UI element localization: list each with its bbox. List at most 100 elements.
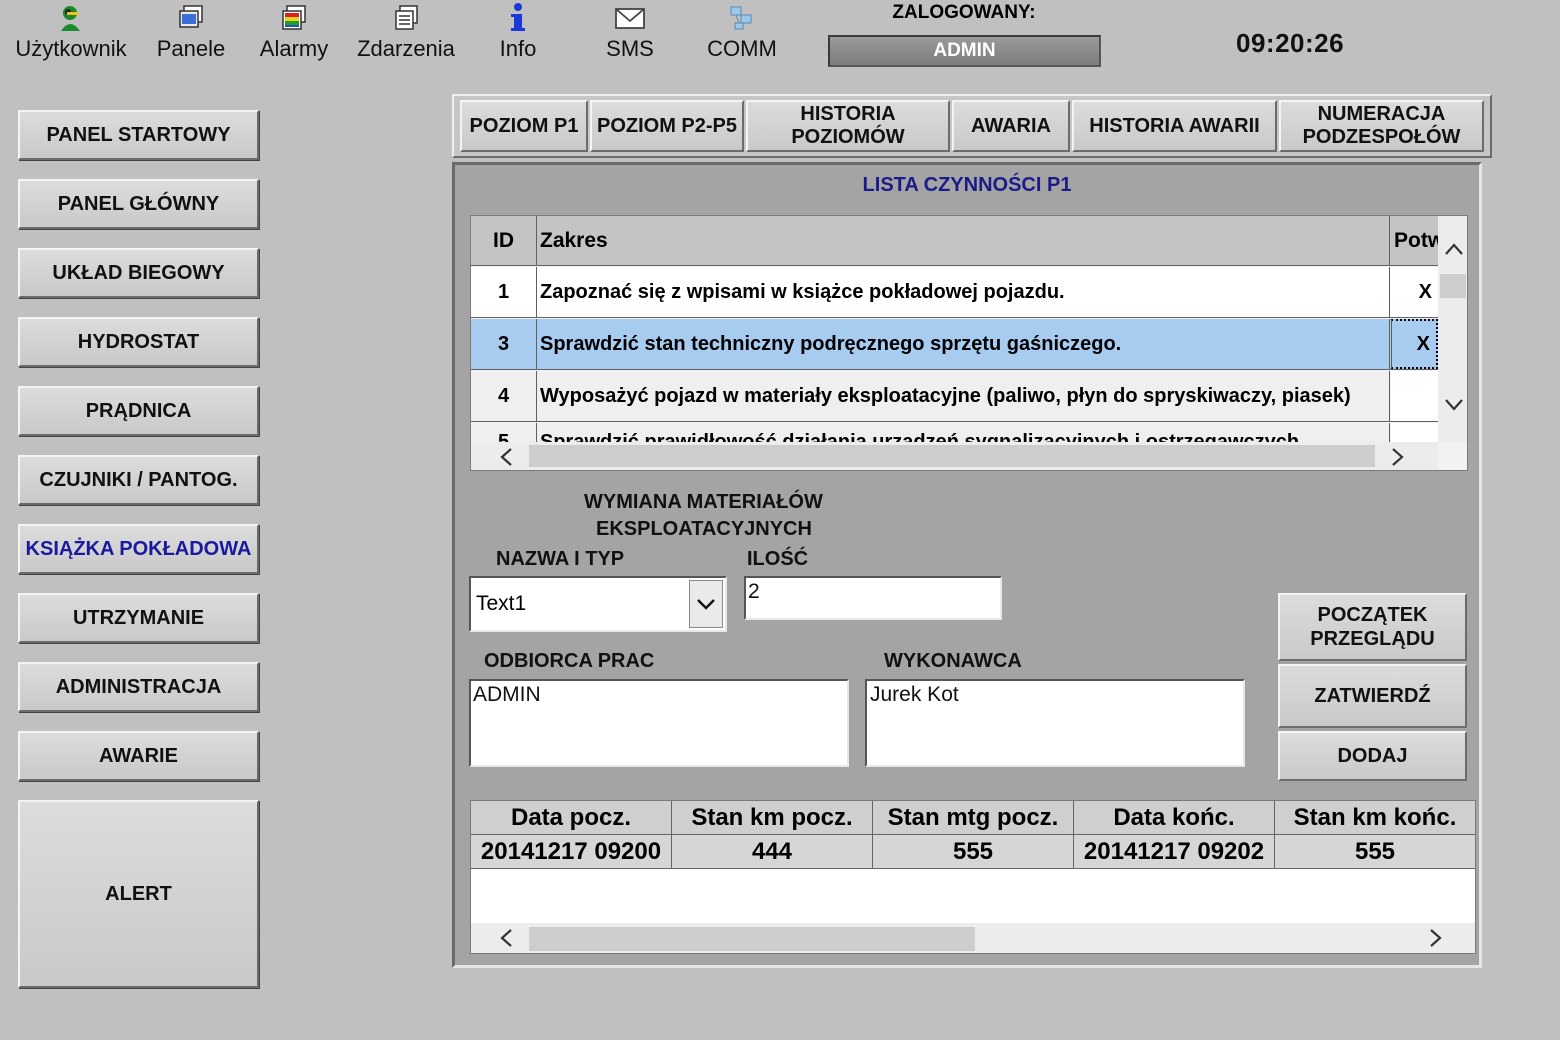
activity-grid-viewport: ID Zakres Potw 1 Zapoznać się z wpisami … <box>471 216 1438 442</box>
activity-grid-hscroll-thumb[interactable] <box>529 445 1375 467</box>
tab-poziom-p2-p5[interactable]: POZIOM P2-P5 <box>590 100 744 152</box>
nav-panel-glowny[interactable]: PANEL GŁÓWNY <box>18 179 259 229</box>
toolbar-user[interactable]: Użytkownik <box>14 0 128 72</box>
column-header-data-pocz[interactable]: Data pocz. <box>471 801 672 835</box>
cell-stan-km-pocz: 444 <box>672 835 873 869</box>
toolbar-info-label: Info <box>499 36 537 61</box>
row-potw[interactable]: X <box>1391 267 1438 317</box>
logged-in-title: ZALOGOWANY: <box>892 2 1036 23</box>
nav-utrzymanie[interactable]: UTRZYMANIE <box>18 593 259 643</box>
scroll-up-icon[interactable] <box>1444 240 1464 260</box>
cell-stan-km-konc: 555 <box>1275 835 1475 869</box>
nav-panel-startowy[interactable]: PANEL STARTOWY <box>18 110 259 160</box>
alarms-icon <box>279 0 309 36</box>
nav-pradnica[interactable]: PRĄDNICA <box>18 386 259 436</box>
confirm-button[interactable]: ZATWIERDŹ <box>1278 664 1467 728</box>
row-potw[interactable]: X <box>1391 319 1438 369</box>
row-potw[interactable] <box>1391 371 1438 421</box>
review-table-hscrollbar[interactable] <box>471 923 1475 953</box>
activity-grid-vscrollbar[interactable] <box>1438 216 1467 442</box>
column-header-stan-km-konc[interactable]: Stan km końc. <box>1275 801 1475 835</box>
material-name-select[interactable]: Text1 <box>469 576 727 632</box>
review-table-hscroll-thumb[interactable] <box>529 927 975 951</box>
toolbar-panels[interactable]: Panele <box>156 0 226 72</box>
table-row[interactable]: 5 Sprawdzić prawidłowość działania urząd… <box>471 423 1438 442</box>
clock: 09:20:26 <box>1236 28 1345 58</box>
scroll-right-icon[interactable] <box>1391 447 1405 470</box>
start-review-line2: PRZEGLĄDU <box>1310 628 1435 650</box>
row-id: 1 <box>471 267 537 317</box>
toolbar-info[interactable]: Info <box>494 0 542 72</box>
scroll-down-icon[interactable] <box>1444 396 1464 416</box>
tab-awaria-label: AWARIA <box>971 114 1051 137</box>
tab-awaria[interactable]: AWARIA <box>952 100 1070 152</box>
nav-ksiazka-pokladowa[interactable]: KSIĄŻKA POKŁADOWA <box>18 524 259 574</box>
table-row[interactable]: 4 Wyposażyć pojazd w materiały eksploata… <box>471 371 1438 422</box>
column-header-stan-km-pocz[interactable]: Stan km pocz. <box>672 801 873 835</box>
panel-title: LISTA CZYNNOŚCI P1 <box>862 174 1072 196</box>
toolbar-events-label: Zdarzenia <box>357 36 455 61</box>
events-icon <box>391 0 421 36</box>
start-review-button[interactable]: POCZĄTEK PRZEGLĄDU <box>1278 593 1467 661</box>
row-potw[interactable] <box>1391 423 1438 442</box>
column-header-id[interactable]: ID <box>471 216 537 265</box>
scroll-left-icon[interactable] <box>499 447 513 470</box>
row-zakres: Wyposażyć pojazd w materiały eksploatacy… <box>538 371 1390 421</box>
envelope-icon <box>614 0 646 36</box>
tab-numeracja-line2: PODZESPOŁÓW <box>1302 126 1461 148</box>
tab-historia-awarii[interactable]: HISTORIA AWARII <box>1072 100 1277 152</box>
cell-data-konc: 20141217 09202 <box>1074 835 1275 869</box>
tab-poziom-p2-p5-label: POZIOM P2-P5 <box>596 114 738 137</box>
table-row[interactable]: 20141217 09200 444 555 20141217 09202 55… <box>471 835 1475 869</box>
activity-grid-hscrollbar[interactable] <box>471 442 1438 470</box>
scroll-left-icon[interactable] <box>499 928 513 952</box>
user-key-icon <box>56 0 86 36</box>
activity-grid-header: ID Zakres Potw <box>471 216 1438 266</box>
recipient-field[interactable]: ADMIN <box>469 679 849 767</box>
tab-historia-awarii-label: HISTORIA AWARII <box>1089 114 1260 137</box>
toolbar-alarms[interactable]: Alarmy <box>258 0 330 72</box>
tab-numeracja-podzespolow[interactable]: NUMERACJA PODZESPOŁÓW <box>1279 100 1484 152</box>
nav-czujniki-pantog[interactable]: CZUJNIKI / PANTOG. <box>18 455 259 505</box>
executor-label: WYKONAWCA <box>884 650 1022 672</box>
nav-administracja[interactable]: ADMINISTRACJA <box>18 662 259 712</box>
material-name-label: NAZWA I TYP <box>496 548 625 570</box>
toolbar-sms[interactable]: SMS <box>602 0 658 72</box>
logged-in-user: ADMIN <box>828 35 1101 67</box>
panels-icon <box>176 0 206 36</box>
row-zakres: Sprawdzić stan techniczny podręcznego sp… <box>538 319 1390 369</box>
recipient-label: ODBIORCA PRAC <box>484 650 655 672</box>
column-header-data-konc[interactable]: Data końc. <box>1074 801 1275 835</box>
cell-data-pocz: 20141217 09200 <box>471 835 672 869</box>
add-button[interactable]: DODAJ <box>1278 731 1467 781</box>
toolbar-comm[interactable]: COMM <box>704 0 780 72</box>
row-id: 5 <box>471 423 537 442</box>
table-row-selected[interactable]: 3 Sprawdzić stan techniczny podręcznego … <box>471 319 1438 370</box>
nav-hydrostat[interactable]: HYDROSTAT <box>18 317 259 367</box>
row-zakres: Sprawdzić prawidłowość działania urządze… <box>538 423 1390 442</box>
start-review-line1: POCZĄTEK <box>1317 604 1428 626</box>
review-table-header: Data pocz. Stan km pocz. Stan mtg pocz. … <box>471 801 1475 835</box>
materials-title-line2: EKSPLOATACYJNYCH <box>596 518 812 540</box>
column-header-potw[interactable]: Potw <box>1391 216 1438 265</box>
row-id: 4 <box>471 371 537 421</box>
tab-historia-poziomow[interactable]: HISTORIA POZIOMÓW <box>746 100 950 152</box>
table-row[interactable]: 1 Zapoznać się z wpisami w książce pokła… <box>471 267 1438 318</box>
toolbar-events[interactable]: Zdarzenia <box>356 0 456 72</box>
scroll-right-icon[interactable] <box>1429 928 1443 952</box>
column-header-zakres[interactable]: Zakres <box>538 216 1390 265</box>
column-header-stan-mtg-pocz[interactable]: Stan mtg pocz. <box>873 801 1074 835</box>
review-table: Data pocz. Stan km pocz. Stan mtg pocz. … <box>470 800 1476 954</box>
nav-awarie[interactable]: AWARIE <box>18 731 259 781</box>
material-qty-input[interactable]: 2 <box>744 576 1002 620</box>
material-name-value: Text1 <box>476 592 527 615</box>
nav-uklad-biegowy[interactable]: UKŁAD BIEGOWY <box>18 248 259 298</box>
info-icon <box>507 0 529 36</box>
executor-field[interactable]: Jurek Kot <box>865 679 1245 767</box>
tab-poziom-p1-label: POZIOM P1 <box>469 114 579 137</box>
tab-poziom-p1[interactable]: POZIOM P1 <box>460 100 588 152</box>
activity-grid-vscroll-thumb[interactable] <box>1440 274 1466 298</box>
toolbar-sms-label: SMS <box>606 36 654 61</box>
nav-alert[interactable]: ALERT <box>18 800 259 988</box>
chevron-down-icon[interactable] <box>689 580 723 628</box>
